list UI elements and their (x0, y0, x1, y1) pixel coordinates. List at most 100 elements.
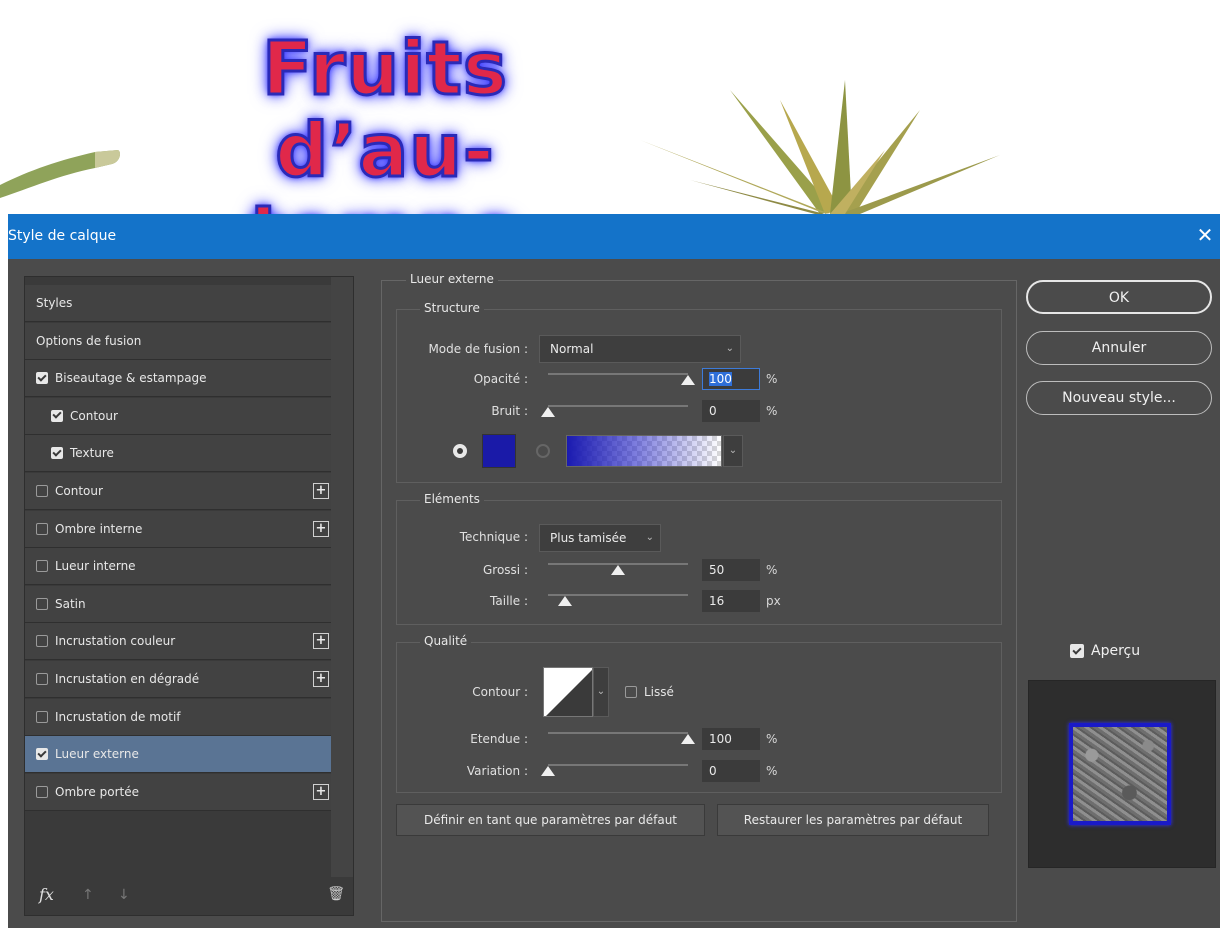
glow-color-swatch[interactable] (482, 434, 516, 468)
opacity-input[interactable]: 100 (702, 368, 760, 390)
style-item-satin[interactable]: Satin (25, 585, 333, 623)
chevron-down-icon: ⌄ (645, 532, 654, 543)
technique-dropdown[interactable]: Plus tamisée ⌄ (539, 524, 661, 552)
add-effect-plus-icon[interactable]: + (313, 783, 329, 800)
make-default-button[interactable]: Définir en tant que paramètres par défau… (396, 804, 705, 836)
contour-dropdown-chevron-icon[interactable]: ⌄ (593, 667, 609, 717)
opacity-slider-track[interactable] (548, 373, 688, 375)
noise-unit: % (766, 404, 778, 418)
style-preview (1028, 680, 1216, 868)
noise-slider-thumb[interactable] (541, 407, 555, 417)
style-item-lueur-externe[interactable]: Lueur externe (25, 736, 333, 774)
spread-slider-thumb[interactable] (611, 565, 625, 575)
size-unit: px (766, 594, 781, 608)
reset-default-button[interactable]: Restaurer les paramètres par défaut (717, 804, 989, 836)
jitter-value: 0 (709, 764, 717, 778)
add-effect-plus-icon[interactable]: + (313, 671, 329, 687)
aloe-plant-image (640, 80, 1000, 214)
size-value: 16 (709, 594, 725, 608)
contour-preview[interactable] (543, 667, 593, 717)
opacity-unit: % (766, 372, 778, 386)
noise-input[interactable]: 0 (702, 400, 760, 422)
contour-label: Contour : (472, 685, 528, 699)
size-input[interactable]: 16 (702, 590, 760, 612)
range-label: Etendue : (470, 732, 528, 746)
style-item-contour[interactable]: Contour (25, 397, 333, 435)
style-item-ombre-interne[interactable]: Ombre interne + (25, 510, 333, 548)
fx-icon[interactable]: fx (39, 885, 54, 904)
preview-checkbox-box[interactable] (1070, 644, 1084, 658)
spread-unit: % (766, 563, 778, 577)
new-style-button[interactable]: Nouveau style... (1026, 381, 1212, 415)
style-item-checkbox[interactable] (36, 635, 48, 648)
style-item-checkbox[interactable] (36, 372, 48, 385)
style-item-checkbox[interactable] (36, 560, 48, 573)
style-item-incrustation-en-dégradé[interactable]: Incrustation en dégradé + (25, 661, 333, 698)
add-effect-plus-icon[interactable]: + (313, 483, 329, 499)
style-preview-thumbnail (1069, 723, 1171, 825)
style-item-checkbox[interactable] (51, 409, 63, 422)
spread-value: 50 (709, 563, 725, 577)
noise-slider-track[interactable] (548, 405, 688, 407)
preview-checkbox[interactable]: Aperçu (1070, 643, 1140, 659)
style-item-incrustation-couleur[interactable]: Incrustation couleur + (25, 623, 333, 661)
style-item-checkbox[interactable] (36, 522, 48, 535)
spread-input[interactable]: 50 (702, 559, 760, 581)
style-item-lueur-interne[interactable]: Lueur interne (25, 548, 333, 586)
styles-list-footer: fx ↑ ↓ 🗑 (25, 875, 355, 915)
blend-mode-dropdown[interactable]: Normal ⌄ (539, 335, 741, 363)
smooth-checkbox[interactable]: Lissé (625, 685, 674, 699)
dialog-title: Style de calque (8, 228, 117, 244)
technique-value: Plus tamisée (550, 531, 627, 545)
style-item-biseautage-estampage[interactable]: Biseautage & estampage (25, 360, 333, 398)
jitter-input[interactable]: 0 (702, 760, 760, 782)
style-item-contour[interactable]: Contour + (25, 473, 333, 510)
move-down-icon[interactable]: ↓ (118, 887, 130, 903)
jitter-slider-thumb[interactable] (541, 766, 555, 776)
opacity-slider-thumb[interactable] (681, 375, 695, 385)
ok-button[interactable]: OK (1026, 280, 1212, 314)
blend-mode-value: Normal (550, 342, 594, 356)
style-item-checkbox[interactable] (36, 485, 48, 497)
smooth-checkbox-box[interactable] (625, 686, 637, 698)
style-item-checkbox[interactable] (36, 597, 48, 610)
gradient-radio[interactable] (536, 444, 550, 458)
style-item-options-de-fusion[interactable]: Options de fusion (25, 322, 333, 360)
size-slider-thumb[interactable] (557, 596, 572, 606)
gradient-swatch[interactable] (566, 435, 722, 467)
solid-color-radio[interactable] (453, 444, 467, 458)
style-item-styles[interactable]: Styles (25, 285, 333, 322)
preview-label: Aperçu (1091, 643, 1141, 659)
gradient-dropdown-chevron-icon[interactable]: ⌄ (723, 435, 743, 467)
spread-label: Grossi : (482, 563, 528, 577)
blend-mode-label: Mode de fusion : (428, 342, 528, 356)
range-input[interactable]: 100 (702, 728, 760, 750)
range-slider-track[interactable] (548, 732, 688, 734)
close-icon[interactable]: ✕ (1194, 224, 1216, 246)
trash-icon[interactable]: 🗑 (327, 886, 345, 902)
range-slider-thumb[interactable] (681, 734, 695, 744)
opacity-value: 100 (709, 372, 732, 386)
move-up-icon[interactable]: ↑ (82, 887, 94, 903)
styles-list-scrollbar[interactable] (331, 277, 353, 877)
style-item-checkbox[interactable] (36, 785, 48, 798)
style-item-checkbox[interactable] (51, 447, 63, 460)
styles-list-panel: Styles Options de fusion Biseautage & esta… (24, 276, 354, 916)
style-item-checkbox[interactable] (36, 673, 48, 685)
cancel-button[interactable]: Annuler (1026, 331, 1212, 365)
style-item-checkbox[interactable] (36, 710, 48, 723)
jitter-unit: % (766, 764, 778, 778)
style-item-label: Contour (55, 484, 103, 498)
style-item-incrustation-de-motif[interactable]: Incrustation de motif (25, 698, 333, 736)
outer-glow-panel: Lueur externe Structure Mode de fusion :… (381, 272, 1017, 922)
jitter-label: Variation : (466, 764, 528, 778)
canvas-title-line1: Fruits d’au- (261, 26, 509, 194)
style-item-checkbox[interactable] (36, 748, 48, 761)
add-effect-plus-icon[interactable]: + (313, 520, 329, 537)
range-value: 100 (709, 732, 732, 746)
jitter-slider-track[interactable] (548, 764, 688, 766)
style-item-texture[interactable]: Texture (25, 435, 333, 473)
branch-image (0, 150, 120, 198)
style-item-ombre-portée[interactable]: Ombre portée + (25, 773, 333, 811)
add-effect-plus-icon[interactable]: + (313, 633, 329, 650)
